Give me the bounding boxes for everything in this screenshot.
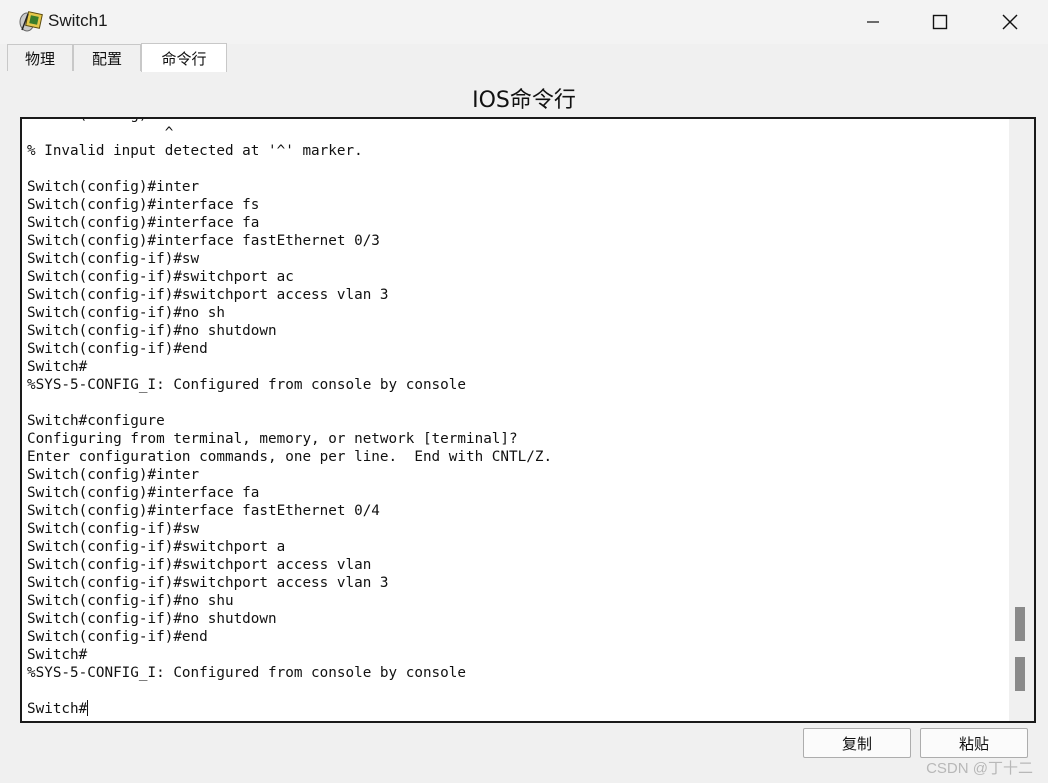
console-line: Switch(config-if)#switchport access vlan… — [27, 575, 389, 591]
prompt-text: Switch# — [27, 701, 88, 717]
console-line: Switch(config)#interface fs — [27, 197, 260, 213]
console-scrollbar[interactable] — [1009, 119, 1034, 721]
terminal-console[interactable]: Switch(config)#sho vlan ^ % Invalid input… — [20, 117, 1036, 723]
console-line: Switch(config)#interface fastEthernet 0/… — [27, 503, 380, 519]
console-line: Switch(config-if)#end — [27, 629, 208, 645]
console-line: Switch(config-if)#switchport access vlan… — [27, 287, 389, 303]
switch-device-icon — [18, 10, 44, 34]
console-line: % Invalid input detected at '^' marker. — [27, 143, 363, 159]
paste-button[interactable]: 粘贴 — [920, 728, 1028, 758]
console-line: Configuring from terminal, memory, or ne… — [27, 431, 518, 447]
console-line: Switch(config)#sho vlan — [27, 119, 1002, 124]
minimize-icon — [867, 21, 879, 23]
text-cursor — [87, 700, 89, 716]
page-title: IOS命令行 — [472, 88, 576, 113]
console-line: %SYS-5-CONFIG_I: Configured from console… — [27, 377, 466, 393]
terminal-output: Switch(config)#sho vlan ^ % Invalid input… — [27, 119, 1002, 718]
console-line: Switch(config)#interface fa — [27, 485, 260, 501]
console-line: Switch(config-if)#no shu — [27, 593, 234, 609]
console-prompt[interactable]: Switch# — [27, 700, 1002, 718]
tab-cli[interactable]: 命令行 — [141, 43, 227, 72]
console-line: Switch# — [27, 647, 88, 663]
console-line: Switch(config-if)#no shutdown — [27, 611, 277, 627]
console-line: Enter configuration commands, one per li… — [27, 449, 553, 465]
watermark: CSDN @丁十二 — [926, 760, 1033, 777]
console-line: Switch(config-if)#sw — [27, 251, 200, 267]
console-line: Switch(config)#interface fastEthernet 0/… — [27, 233, 380, 249]
tab-physical[interactable]: 物理 — [7, 44, 73, 71]
minimize-button[interactable] — [838, 0, 908, 44]
console-line: %SYS-5-CONFIG_I: Configured from console… — [27, 665, 466, 681]
console-line: Switch(config-if)#end — [27, 341, 208, 357]
maximize-button[interactable] — [905, 0, 975, 44]
tab-bar: 物理 配置 命令行 — [7, 43, 1041, 73]
console-line: Switch# — [27, 359, 88, 375]
console-line: Switch(config-if)#sw — [27, 521, 200, 537]
scrollbar-thumb-lower[interactable] — [1015, 657, 1025, 691]
console-line: Switch#configure — [27, 413, 165, 429]
window-title: Switch1 — [48, 11, 108, 30]
scrollbar-thumb[interactable] — [1015, 607, 1025, 641]
console-line: Switch(config-if)#switchport ac — [27, 269, 294, 285]
console-line: Switch(config-if)#no shutdown — [27, 323, 277, 339]
title-bar: Switch1 — [0, 0, 1048, 44]
copy-button[interactable]: 复制 — [803, 728, 911, 758]
cli-panel: IOS命令行 Switch(config)#sho vlan ^ % Invali… — [7, 72, 1041, 783]
console-line: Switch(config-if)#switchport a — [27, 539, 286, 555]
close-icon — [1002, 14, 1018, 30]
close-button[interactable] — [975, 0, 1045, 44]
tab-config[interactable]: 配置 — [73, 44, 141, 71]
console-line: ^ — [27, 125, 174, 141]
console-line: Switch(config)#inter — [27, 467, 200, 483]
console-line: Switch(config-if)#switchport access vlan — [27, 557, 372, 573]
console-line: Switch(config)#inter — [27, 179, 200, 195]
maximize-icon — [932, 14, 948, 30]
console-line: Switch(config)#interface fa — [27, 215, 260, 231]
console-line: Switch(config-if)#no sh — [27, 305, 225, 321]
